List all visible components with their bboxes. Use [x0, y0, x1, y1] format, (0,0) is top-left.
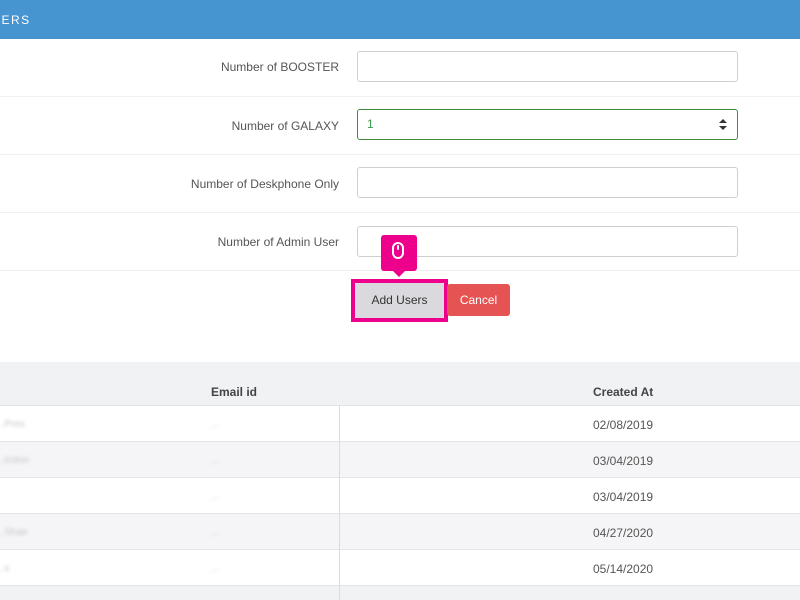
- created-cell: 03/04/2019: [593, 454, 654, 468]
- cursor-callout: [381, 235, 417, 277]
- column-email[interactable]: Email id: [211, 385, 257, 399]
- number-spinner-icon[interactable]: [718, 117, 727, 132]
- column-created-at[interactable]: Created At: [593, 385, 653, 399]
- table-row[interactable]: ...s ... 05/14/2020: [0, 550, 800, 586]
- table-row[interactable]: ... 03/04/2019: [0, 478, 800, 514]
- created-cell: 02/08/2019: [593, 418, 654, 432]
- galaxy-value: 1: [367, 117, 374, 131]
- form-row-deskphone: Number of Deskphone Only: [0, 155, 800, 213]
- header-title: SERS: [0, 13, 31, 27]
- column-divider: [339, 406, 340, 600]
- cancel-button[interactable]: Cancel: [447, 284, 510, 316]
- form-row-booster: Number of BOOSTER: [0, 39, 800, 97]
- user-name-cell: ...Pres: [0, 419, 25, 430]
- form-row-galaxy: Number of GALAXY 1: [0, 97, 800, 155]
- galaxy-label: Number of GALAXY: [231, 119, 339, 133]
- email-cell: ...: [211, 455, 220, 466]
- email-cell: ...: [211, 563, 220, 574]
- add-users-button[interactable]: Add Users: [355, 283, 444, 318]
- user-name-cell: ...s: [0, 563, 10, 574]
- page-header: SERS: [0, 0, 800, 39]
- booster-label: Number of BOOSTER: [220, 60, 339, 74]
- deskphone-input[interactable]: [357, 167, 738, 198]
- spin-down-icon[interactable]: [719, 126, 727, 130]
- table-row[interactable]: ...Pres ... 02/08/2019: [0, 406, 800, 442]
- created-cell: 03/04/2019: [593, 490, 654, 504]
- table-row[interactable]: ...Shae ... 04/27/2020: [0, 514, 800, 550]
- table-header: Email id Created At: [0, 362, 800, 406]
- deskphone-label: Number of Deskphone Only: [190, 177, 339, 191]
- created-cell: 04/27/2020: [593, 526, 654, 540]
- email-cell: ...: [211, 491, 220, 502]
- mouse-icon: [392, 242, 404, 259]
- table-row[interactable]: ...trolon ... 03/04/2019: [0, 442, 800, 478]
- user-name-cell: ...trolon: [0, 455, 30, 466]
- galaxy-input[interactable]: 1: [357, 109, 738, 140]
- email-cell: ...: [211, 419, 220, 430]
- users-table: Email id Created At ...Pres ... 02/08/20…: [0, 362, 800, 600]
- created-cell: 05/14/2020: [593, 562, 654, 576]
- spin-up-icon[interactable]: [719, 119, 727, 123]
- email-cell: ...: [211, 527, 220, 538]
- booster-input[interactable]: [357, 51, 738, 82]
- admin-label: Number of Admin User: [217, 235, 339, 249]
- user-name-cell: ...Shae: [0, 527, 28, 538]
